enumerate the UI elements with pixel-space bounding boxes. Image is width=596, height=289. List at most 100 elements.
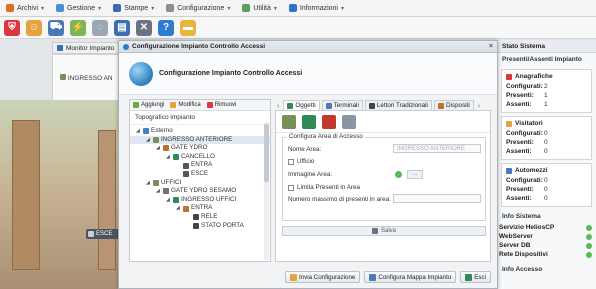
tools-icon[interactable]: ✕ (136, 19, 152, 36)
expand-arrow-icon[interactable]: ◢ (146, 136, 151, 145)
nome-area-input[interactable]: INGRESSO ANTERIORE (393, 144, 481, 153)
system-label: WebServer (499, 233, 533, 240)
button-label: Configura Mappa Impianto (378, 273, 452, 281)
remove-button[interactable]: Rimuovi (206, 102, 236, 108)
menu-gestione[interactable]: Gestione ▾ (56, 4, 101, 12)
visitatori-title: Visitatori (506, 120, 587, 127)
folder-icon[interactable]: ▬ (180, 19, 196, 36)
tree-item[interactable]: ◢ CANCELLO (130, 153, 270, 162)
esci-button[interactable]: Esci (460, 271, 491, 283)
tree-item-label: ENTRA (191, 161, 213, 169)
add-label: Aggiungi (141, 102, 165, 108)
person-door-icon[interactable] (322, 114, 336, 129)
gate-icon (163, 188, 169, 195)
tree-item[interactable]: ◢ UFFICI (130, 179, 270, 188)
dialog-title: Configurazione Impianto Controllo Access… (132, 43, 266, 50)
stat-key: Presenti: (506, 92, 534, 99)
menu-configurazione[interactable]: Configurazione ▾ (166, 4, 230, 12)
terminal-icon[interactable] (302, 114, 316, 129)
tab-icon (437, 102, 444, 109)
configura-mappa-button[interactable]: Configura Mappa Impianto (364, 271, 457, 283)
car-icon (183, 162, 189, 169)
system-label: Servizio HeliosCP (499, 224, 555, 231)
menu-stampe[interactable]: Stampe ▾ (113, 4, 154, 12)
tree-item[interactable]: ◢ GATE YDRO SESAMO (130, 187, 270, 196)
tab-label: Terminali (333, 102, 359, 109)
system-row: WebServer (497, 232, 596, 241)
info-sistema-header[interactable]: Info Sistema (497, 210, 596, 223)
system-label: Server DB (499, 242, 531, 249)
expand-arrow-icon[interactable]: ◢ (176, 204, 181, 213)
tree-item[interactable]: STATO PORTA (130, 222, 270, 231)
tree-item[interactable]: ◢ ENTRA (130, 204, 270, 213)
shield-icon[interactable]: ⛨ (4, 19, 20, 36)
tree-item-label: STATO PORTA (201, 221, 244, 229)
close-icon[interactable]: × (489, 43, 493, 50)
info-icon (288, 4, 297, 12)
max-presenti-input[interactable] (393, 194, 481, 203)
expand-arrow-icon[interactable]: ◢ (156, 187, 161, 196)
limita-checkbox[interactable]: Limita Presenti in Area (288, 184, 360, 191)
edit-button[interactable]: Modifica (170, 102, 201, 108)
tab-dispositi[interactable]: Dispositi (433, 100, 474, 110)
expand-arrow-icon[interactable]: ◢ (146, 179, 151, 188)
checkbox-box[interactable] (288, 158, 294, 165)
tab-prev-icon[interactable]: ‹ (275, 103, 281, 110)
car-icon[interactable]: ⛟ (48, 19, 64, 36)
expand-arrow-icon[interactable]: ◢ (136, 127, 141, 136)
menu-archivi[interactable]: Archivi ▾ (6, 4, 44, 12)
topology-section-title: Topografico impianto (130, 111, 270, 125)
expand-arrow-icon[interactable]: ◢ (156, 144, 161, 153)
expand-arrow-icon[interactable]: ◢ (166, 196, 171, 205)
edit-icon (170, 102, 177, 108)
menu-informazioni[interactable]: Informazioni ▾ (288, 4, 344, 12)
tab-oggetti[interactable]: Oggetti (283, 100, 320, 110)
tab-next-icon[interactable]: › (476, 103, 482, 110)
ufficio-checkbox[interactable]: Ufficio (288, 158, 314, 165)
stato-sistema-header[interactable]: Stato Sistema (497, 40, 596, 53)
menu-utilit[interactable]: Utilità ▾ (242, 4, 277, 12)
tools-icon (166, 4, 175, 12)
tree-item[interactable]: RELE (130, 213, 270, 222)
stat-value: 2 (544, 83, 548, 90)
spinner-icon[interactable]: ◌ (92, 19, 108, 36)
tree-item[interactable]: ◢ GATE YDRO (130, 144, 270, 153)
checkbox-box[interactable] (288, 184, 294, 191)
people-icon[interactable]: ☺ (26, 19, 42, 36)
tree-item[interactable]: ◢ INGRESSO UFFICI (130, 196, 270, 205)
relay-icon (193, 214, 199, 221)
help-icon[interactable]: ? (158, 19, 174, 36)
tree-item[interactable]: ◢ INGRESSO ANTERIORE (130, 135, 270, 145)
dialog-footer: Invia Configurazione Configura Mappa Imp… (119, 266, 497, 288)
tree-item[interactable]: ESCE (130, 170, 270, 179)
tab-lettoritradizionali[interactable]: Lettori Tradizionali (364, 100, 432, 110)
tab-terminali[interactable]: Terminali (321, 100, 363, 110)
barrier-icon[interactable] (342, 114, 356, 129)
save-button[interactable]: Salva (282, 226, 486, 236)
tree-item[interactable]: ◢ Esterno (130, 127, 270, 136)
main-toolbar: ⛨ ☺ ⛟ ⚡ ◌ ▤ ✕? ▬ (0, 17, 596, 39)
dialog-titlebar[interactable]: Configurazione Impianto Controllo Access… (119, 41, 497, 53)
tree-item[interactable]: ENTRA (130, 161, 270, 170)
plug-icon[interactable]: ⚡ (70, 19, 86, 36)
topology-tree: ◢ Esterno ◢ INGRESSO ANTERIORE ◢ GATE YDRO ◢ CA… (130, 125, 270, 232)
remove-icon (206, 102, 213, 108)
esce-device-chip[interactable]: ESCE (86, 229, 120, 239)
add-button[interactable]: Aggiungi (133, 102, 164, 108)
expand-arrow-icon[interactable]: ◢ (166, 153, 171, 162)
stat-value: 1 (544, 101, 548, 108)
dialog-header-title: Configurazione Impianto Controllo Access… (159, 70, 303, 77)
presenti-assenti-header[interactable]: Presenti/Assenti Impianto (497, 53, 596, 66)
road-icon[interactable] (282, 114, 296, 129)
automezzi-title: Automezzi (506, 167, 587, 174)
tab-icon (287, 102, 294, 109)
chevron-down-icon: ▾ (98, 5, 102, 12)
card-icon[interactable]: ▤ (114, 19, 130, 36)
monitor-icon (57, 45, 63, 51)
tree-scroll-thumb[interactable] (264, 124, 269, 182)
info-accesso-header[interactable]: Info Accesso (497, 263, 596, 276)
browse-image-button[interactable]: ... (407, 170, 423, 179)
invia-configurazione-button[interactable]: Invia Configurazione (284, 271, 361, 283)
system-row: Servizio HeliosCP (497, 223, 596, 232)
globe-icon (129, 61, 153, 86)
